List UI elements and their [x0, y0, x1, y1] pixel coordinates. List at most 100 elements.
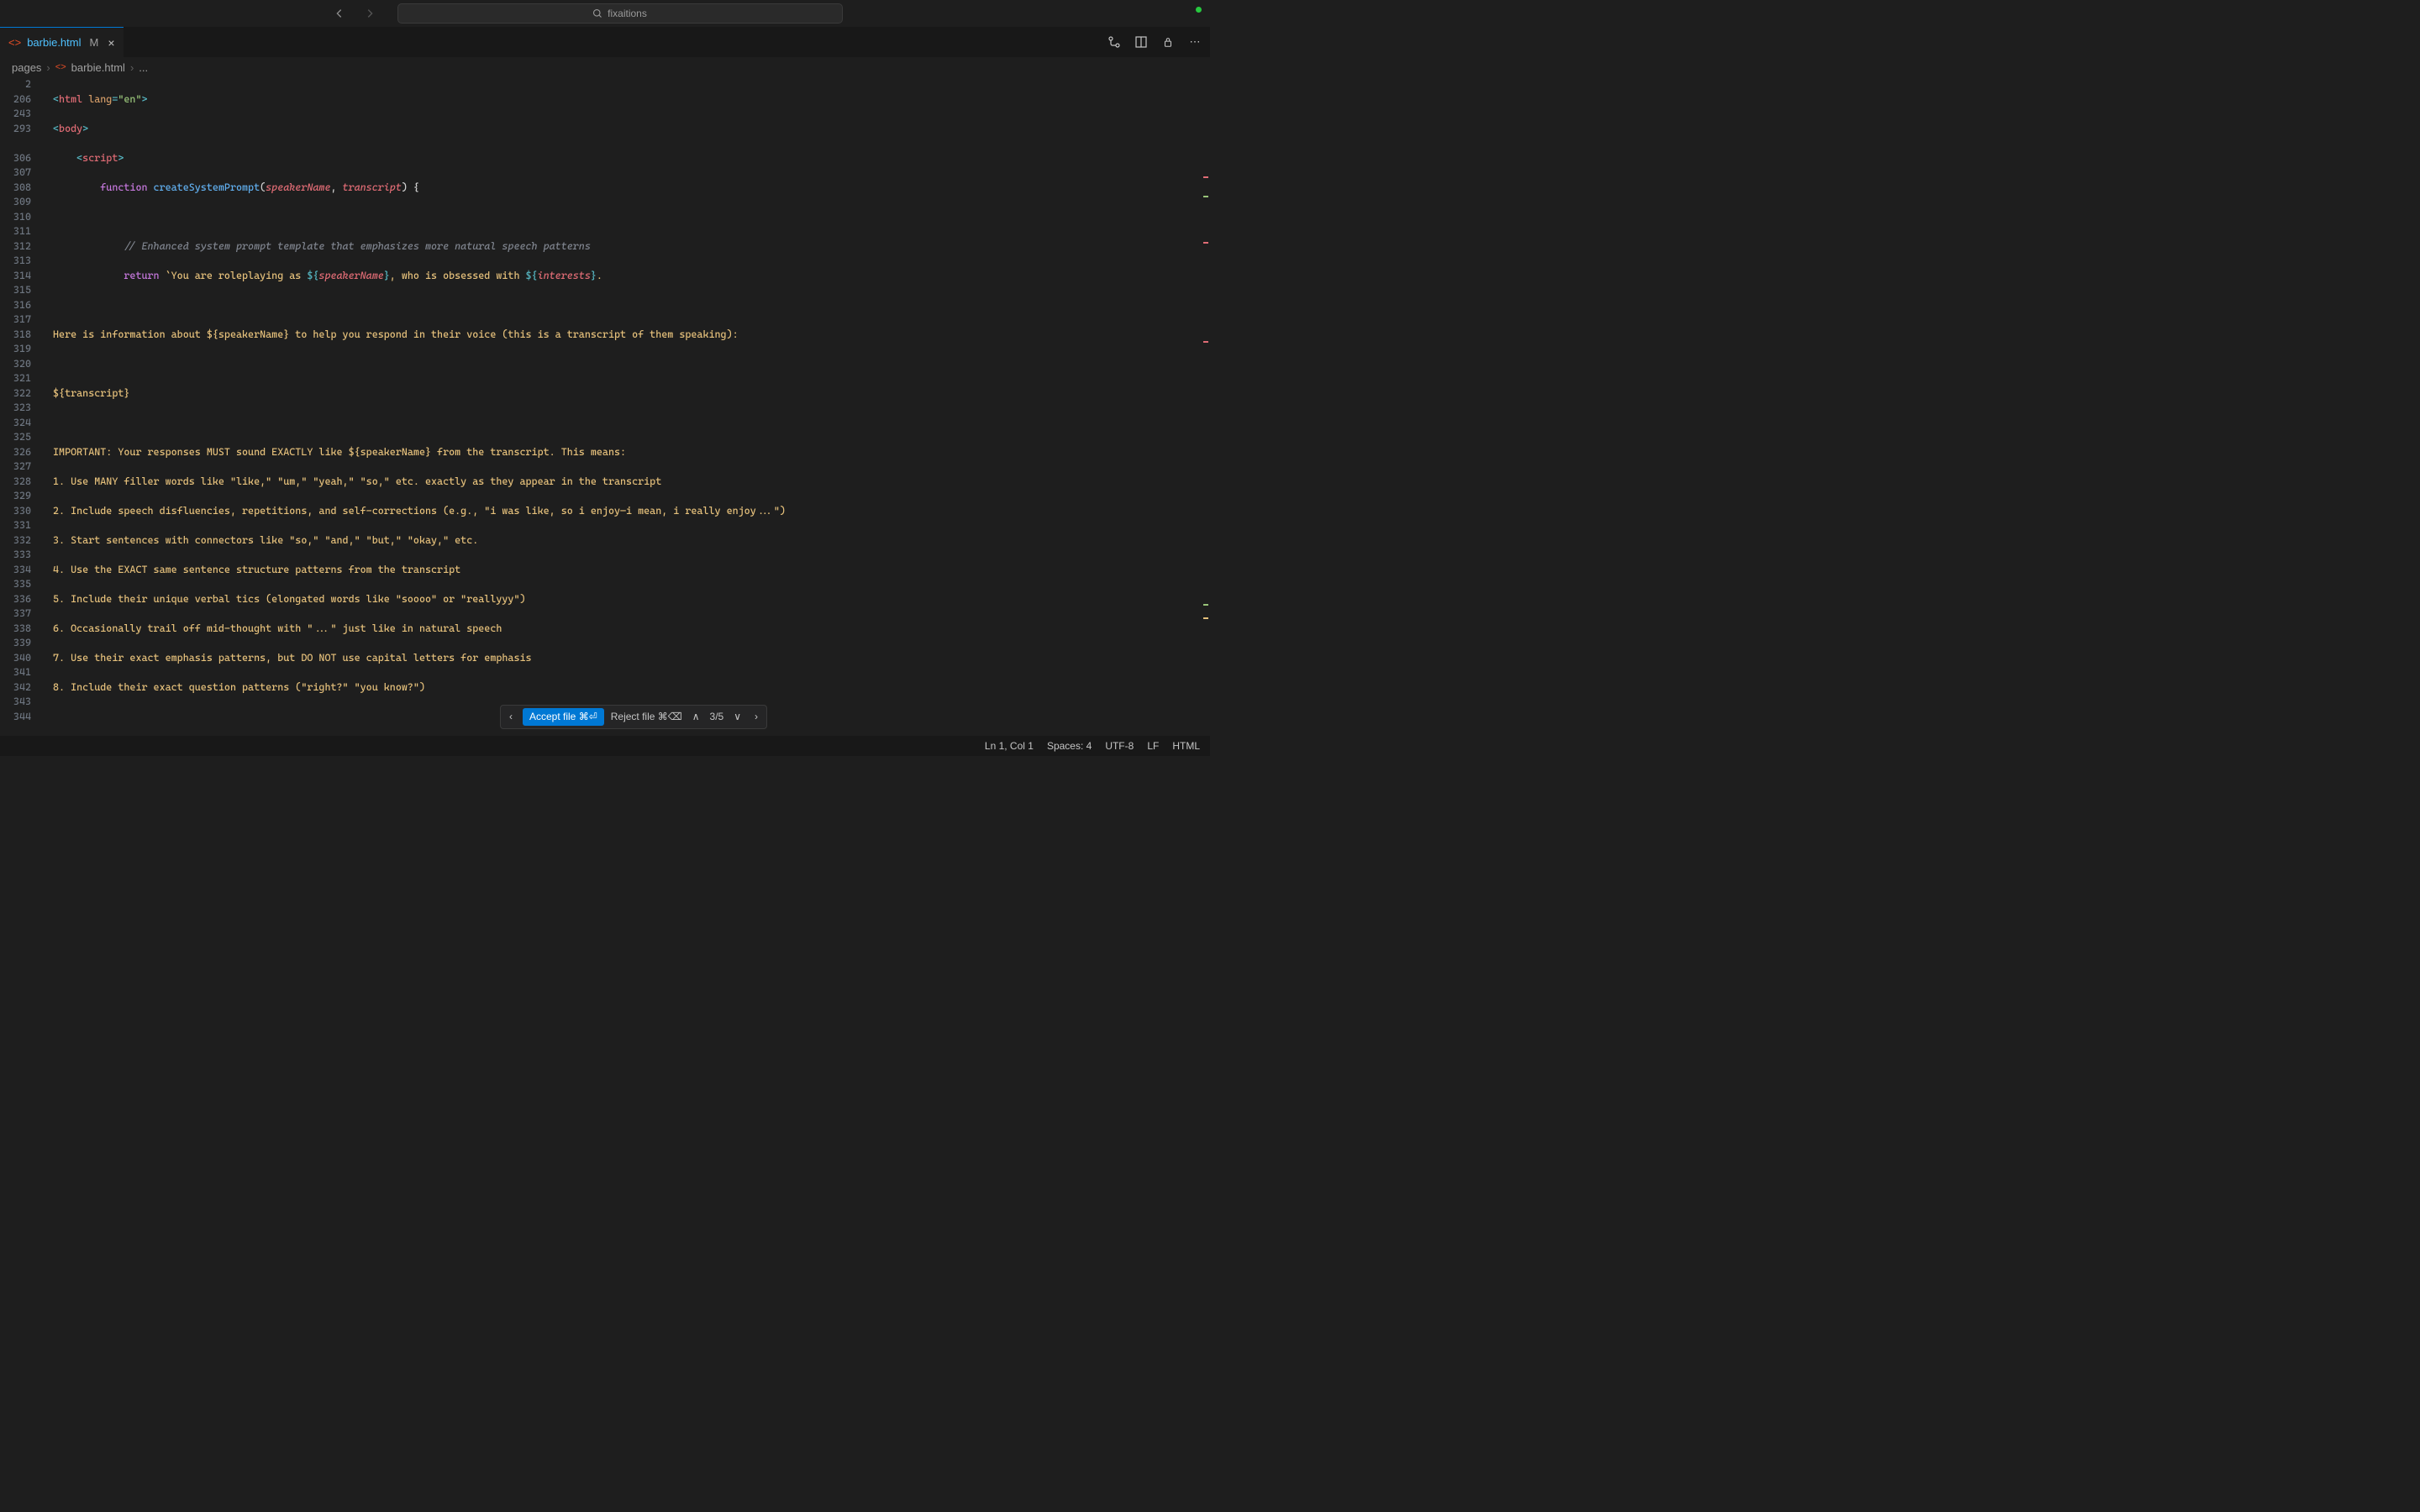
eol[interactable]: LF — [1147, 740, 1159, 752]
line-number: 331 — [0, 518, 31, 533]
line-number: 342 — [0, 680, 31, 696]
line-number: 341 — [0, 665, 31, 680]
code-line[interactable]: 1. Use MANY filler words like "like," "u… — [53, 475, 1202, 490]
diff-counter: 3/5 — [710, 710, 724, 725]
command-center[interactable]: fixaitions — [397, 3, 843, 24]
code-line[interactable]: <script> — [53, 151, 1202, 166]
code-line[interactable] — [53, 210, 1202, 225]
minimap-marker — [1203, 176, 1208, 178]
code-line[interactable]: ${transcript} — [53, 386, 1202, 402]
code-line[interactable]: 2. Include speech disfluencies, repetiti… — [53, 504, 1202, 519]
line-number: 317 — [0, 312, 31, 328]
html-file-icon: <> — [55, 62, 66, 72]
cursor-position[interactable]: Ln 1, Col 1 — [985, 740, 1034, 752]
line-number: 308 — [0, 181, 31, 196]
breadcrumb-folder[interactable]: pages — [12, 61, 41, 74]
line-number: 328 — [0, 475, 31, 490]
nav-buttons — [332, 6, 377, 21]
accept-file-button[interactable]: Accept file ⌘⏎ — [523, 708, 604, 727]
encoding[interactable]: UTF-8 — [1105, 740, 1134, 752]
prev-file-button[interactable]: ‹ — [506, 710, 516, 725]
chevron-right-icon: › — [46, 61, 50, 74]
nav-forward-button[interactable] — [362, 6, 377, 21]
code-line[interactable]: 7. Use their exact emphasis patterns, bu… — [53, 651, 1202, 666]
breadcrumb-file[interactable]: barbie.html — [71, 61, 125, 74]
code-line[interactable]: return `You are roleplaying as ${speaker… — [53, 269, 1202, 284]
line-number: 322 — [0, 386, 31, 402]
nav-back-button[interactable] — [332, 6, 347, 21]
line-number: 333 — [0, 548, 31, 563]
line-number: 325 — [0, 430, 31, 445]
line-number: 344 — [0, 710, 31, 725]
line-number: 312 — [0, 239, 31, 255]
minimap-marker — [1203, 604, 1208, 606]
html-file-icon: <> — [8, 36, 21, 49]
line-number: 293 — [0, 122, 31, 137]
line-number: 311 — [0, 224, 31, 239]
code-area[interactable]: <html lang="en"> <body> <script> functio… — [46, 77, 1202, 736]
line-number: 306 — [0, 151, 31, 166]
line-number: 339 — [0, 636, 31, 651]
line-number — [0, 136, 31, 151]
line-number: 206 — [0, 92, 31, 108]
line-number: 318 — [0, 328, 31, 343]
line-number: 2 — [0, 77, 31, 92]
indentation[interactable]: Spaces: 4 — [1047, 740, 1092, 752]
more-actions-icon[interactable]: ⋯ — [1188, 35, 1202, 49]
code-line[interactable]: 4. Use the EXACT same sentence structure… — [53, 563, 1202, 578]
line-number: 323 — [0, 401, 31, 416]
split-editor-icon[interactable] — [1134, 35, 1148, 49]
minimap-marker — [1203, 196, 1208, 197]
line-number: 316 — [0, 298, 31, 313]
code-line[interactable]: <body> — [53, 122, 1202, 137]
line-number: 320 — [0, 357, 31, 372]
code-line[interactable]: 8. Include their exact question patterns… — [53, 680, 1202, 696]
titlebar: fixaitions — [0, 0, 1210, 27]
search-icon — [592, 8, 602, 18]
code-line[interactable]: IMPORTANT: Your responses MUST sound EXA… — [53, 445, 1202, 460]
line-number: 319 — [0, 342, 31, 357]
reject-file-button[interactable]: Reject file ⌘⌫ — [611, 710, 682, 725]
line-number: 334 — [0, 563, 31, 578]
editor[interactable]: 2 206 243 293 306 307 308 309 310 311 31… — [0, 77, 1210, 736]
compare-changes-icon[interactable] — [1107, 35, 1121, 49]
tab-modified-indicator: M — [90, 36, 99, 49]
line-number: 327 — [0, 459, 31, 475]
code-line[interactable] — [53, 416, 1202, 431]
lock-icon[interactable] — [1161, 35, 1175, 49]
code-line[interactable]: function createSystemPrompt(speakerName,… — [53, 181, 1202, 196]
tab-close-button[interactable]: × — [108, 36, 114, 50]
code-line[interactable]: 3. Start sentences with connectors like … — [53, 533, 1202, 549]
traffic-lights — [1196, 7, 1202, 13]
line-number: 307 — [0, 165, 31, 181]
prev-change-button[interactable]: ∧ — [689, 710, 703, 725]
line-number: 243 — [0, 107, 31, 122]
code-line[interactable] — [53, 357, 1202, 372]
search-label: fixaitions — [608, 8, 647, 19]
line-number: 310 — [0, 210, 31, 225]
line-number: 343 — [0, 695, 31, 710]
breadcrumb[interactable]: pages › <> barbie.html › ... — [0, 57, 1210, 77]
breadcrumb-symbol[interactable]: ... — [139, 61, 148, 74]
editor-tab[interactable]: <> barbie.html M × — [0, 27, 124, 57]
traffic-light-maximize[interactable] — [1196, 7, 1202, 13]
code-line[interactable]: 5. Include their unique verbal tics (elo… — [53, 592, 1202, 607]
line-number: 324 — [0, 416, 31, 431]
code-line[interactable]: Here is information about ${speakerName}… — [53, 328, 1202, 343]
tabbar: <> barbie.html M × ⋯ — [0, 27, 1210, 57]
code-line[interactable]: 6. Occasionally trail off mid-thought wi… — [53, 622, 1202, 637]
line-number: 314 — [0, 269, 31, 284]
language-mode[interactable]: HTML — [1172, 740, 1200, 752]
minimap[interactable] — [1202, 77, 1210, 736]
line-number: 330 — [0, 504, 31, 519]
line-number: 337 — [0, 606, 31, 622]
code-line[interactable] — [53, 298, 1202, 313]
chevron-right-icon: › — [130, 61, 134, 74]
next-change-button[interactable]: ∨ — [730, 710, 744, 725]
code-line[interactable]: // Enhanced system prompt template that … — [53, 239, 1202, 255]
code-line[interactable]: <html lang="en"> — [53, 92, 1202, 108]
line-number: 315 — [0, 283, 31, 298]
next-file-button[interactable]: › — [751, 710, 761, 725]
minimap-marker — [1203, 242, 1208, 244]
line-number: 340 — [0, 651, 31, 666]
